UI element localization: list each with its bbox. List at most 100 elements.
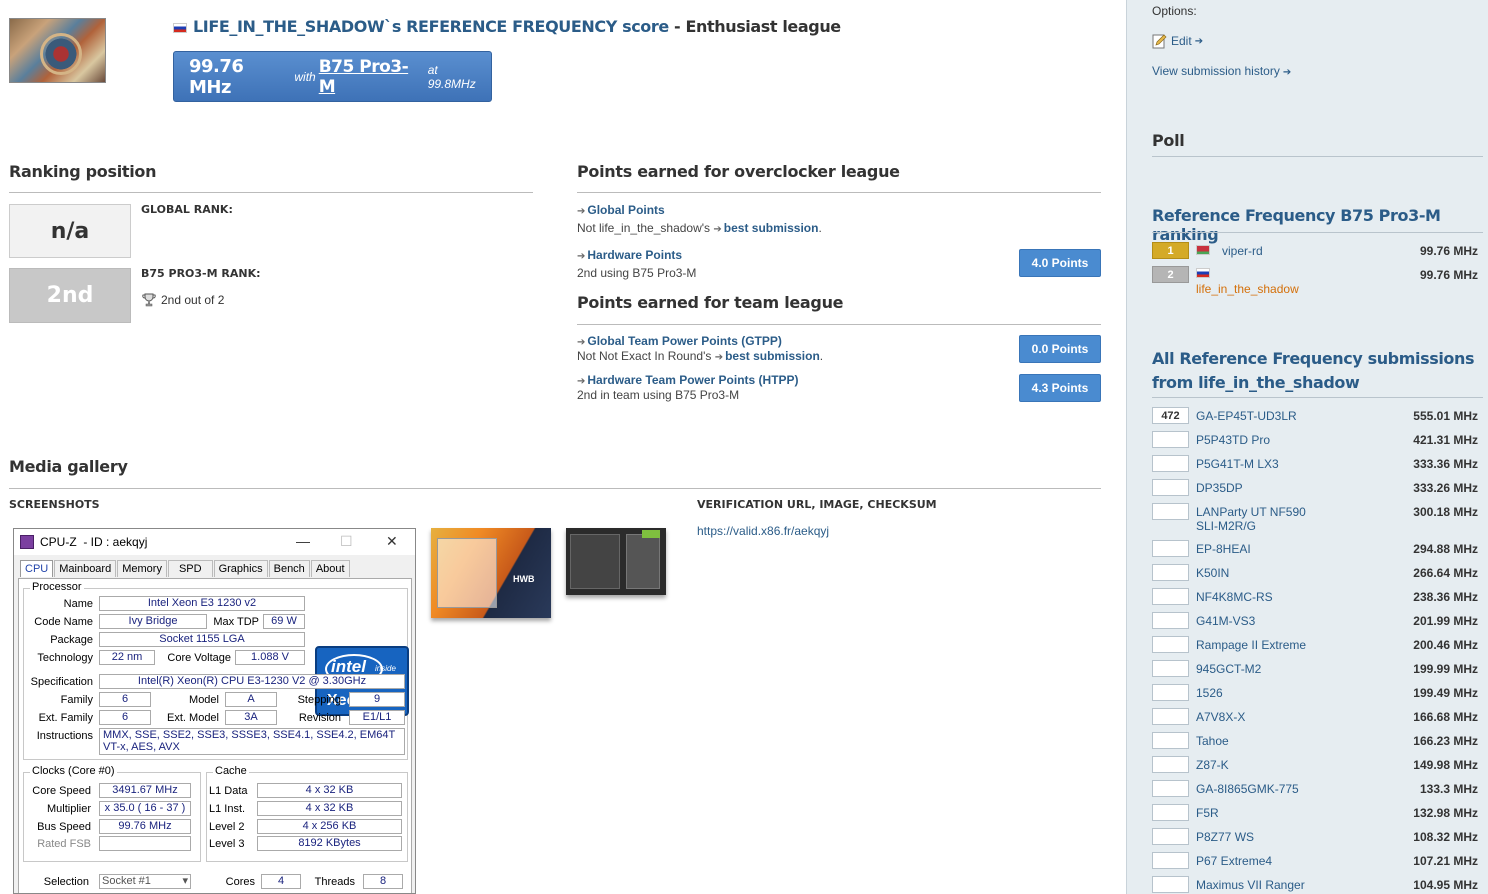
russia-flag-icon: [173, 22, 187, 33]
arrow-right-icon: ➔: [1194, 35, 1204, 47]
multiplier-value: x 35.0 ( 16 - 37 ): [99, 801, 191, 816]
board-ranking-heading: Reference Frequency B75 Pro3-M ranking: [1152, 206, 1441, 244]
submission-board-link[interactable]: P5P43TD Pro: [1196, 433, 1326, 447]
htpp-points-button[interactable]: 4.3 Points: [1019, 374, 1101, 402]
submission-board-link[interactable]: Maximus VII Ranger: [1196, 878, 1326, 892]
cpuz-screenshot[interactable]: CPU-Z - ID : aekqyj — ☐ ✕ CPU Mainboard …: [13, 528, 416, 894]
minimize-icon[interactable]: —: [296, 533, 310, 549]
ranking-user-link[interactable]: viper-rd: [1222, 244, 1263, 258]
tab-memory[interactable]: Memory: [117, 560, 167, 577]
close-icon[interactable]: ✕: [386, 533, 398, 550]
cache-legend: Cache: [213, 765, 249, 777]
tab-spd[interactable]: SPD: [167, 560, 213, 577]
submission-board-link[interactable]: EP-8HEAI: [1196, 542, 1326, 556]
submission-board-link[interactable]: G41M-VS3: [1196, 614, 1326, 628]
submission-board-link[interactable]: GA-EP45T-UD3LR: [1196, 409, 1326, 423]
submission-board-link[interactable]: A7V8X-X: [1196, 710, 1326, 724]
level3-label: Level 3: [209, 838, 245, 850]
submission-board-link[interactable]: 945GCT-M2: [1196, 662, 1326, 676]
submission-rank: [1152, 503, 1189, 520]
submission-board-link[interactable]: P5G41T-M LX3: [1196, 457, 1326, 471]
global-points-title[interactable]: Global Points: [587, 203, 664, 217]
edit-label: Edit: [1171, 34, 1192, 48]
tab-mainboard[interactable]: Mainboard: [54, 560, 117, 577]
tab-cpu[interactable]: CPU: [20, 560, 54, 577]
arrow-right-icon: ➔: [714, 352, 724, 363]
maxtdp-label: Max TDP: [213, 616, 259, 628]
corespeed-value: 3491.67 MHz: [99, 783, 191, 798]
submission-value: 166.23 MHz: [1413, 734, 1478, 748]
submission-value: 133.3 MHz: [1419, 782, 1478, 796]
score-board-link[interactable]: B75 Pro3-M: [319, 57, 423, 97]
submission-value: 104.95 MHz: [1413, 878, 1478, 892]
user-avatar[interactable]: [9, 18, 106, 83]
ranking-value: 99.76 MHz: [1419, 268, 1478, 282]
global-rank-box: n/a: [9, 204, 131, 258]
cores-label: Cores: [225, 876, 255, 888]
submission-board-link[interactable]: GA-8I865GMK-775: [1196, 782, 1326, 796]
edit-link[interactable]: Edit ➔: [1152, 33, 1203, 49]
model-label: Model: [189, 694, 219, 706]
gtpp-points-button[interactable]: 0.0 Points: [1019, 335, 1101, 363]
gtpp-title[interactable]: Global Team Power Points (GTPP): [587, 334, 781, 348]
submission-board-link[interactable]: NF4K8MC-RS: [1196, 590, 1326, 604]
media-divider: [9, 488, 1101, 489]
russia-flag-icon: [1196, 268, 1210, 278]
selection-label: Selection: [43, 876, 89, 888]
trophy-icon: [142, 293, 156, 307]
hardware-points-sub: 2nd using B75 Pro3-M: [577, 266, 697, 280]
team-best-submission-link[interactable]: best submission: [725, 349, 820, 363]
family-label: Family: [60, 694, 93, 706]
hardware-points-block: ➔ Hardware Points 2nd using B75 Pro3-M: [577, 248, 696, 280]
submission-value: 333.26 MHz: [1413, 481, 1478, 495]
submission-board-link[interactable]: P8Z77 WS: [1196, 830, 1326, 844]
score-badge[interactable]: 99.76 MHz with B75 Pro3-M at 99.8MHz: [173, 51, 492, 102]
submission-board-link[interactable]: 1526: [1196, 686, 1326, 700]
overclocker-divider: [577, 192, 1101, 193]
submission-rank: [1152, 756, 1189, 773]
submission-rank: [1152, 455, 1189, 472]
title-mid: `s REFERENCE FREQUENCY score: [384, 17, 669, 36]
best-submission-link[interactable]: best submission: [724, 221, 819, 235]
submission-board-link[interactable]: Tahoe: [1196, 734, 1326, 748]
tab-graphics[interactable]: Graphics: [213, 560, 268, 577]
submission-rank: [1152, 708, 1189, 725]
package-value: Socket 1155 LGA: [99, 632, 305, 647]
tab-bench[interactable]: Bench: [268, 560, 310, 577]
htpp-title[interactable]: Hardware Team Power Points (HTPP): [587, 373, 798, 387]
screenshot-thumbnail-2[interactable]: [566, 528, 666, 595]
selection-dropdown[interactable]: Socket #1 ▾: [99, 874, 191, 889]
hardware-points-title[interactable]: Hardware Points: [587, 248, 682, 262]
submission-board-link[interactable]: F5R: [1196, 806, 1326, 820]
family-value: 6: [99, 692, 151, 707]
spec-value: Intel(R) Xeon(R) CPU E3-1230 V2 @ 3.30GH…: [99, 674, 405, 689]
corespeed-label: Core Speed: [32, 785, 91, 797]
history-link[interactable]: View submission history ➔: [1152, 64, 1291, 78]
corevoltage-value: 1.088 V: [235, 650, 305, 665]
maximize-icon[interactable]: ☐: [340, 533, 353, 550]
arrow-right-icon: ➔: [577, 376, 586, 387]
submission-value: 108.32 MHz: [1413, 830, 1478, 844]
submission-board-link[interactable]: K50IN: [1196, 566, 1326, 580]
arrow-right-icon: ➔: [577, 337, 586, 348]
ranking-user-link-current[interactable]: life_in_the_shadow: [1196, 282, 1299, 296]
submission-board-link[interactable]: LANParty UT NF590 SLI-M2R/G: [1196, 505, 1326, 533]
history-label: View submission history: [1152, 64, 1280, 78]
screenshots-label: SCREENSHOTS: [9, 498, 100, 511]
submission-board-link[interactable]: DP35DP: [1196, 481, 1326, 495]
screenshot-thumbnail-1[interactable]: HWB: [431, 528, 551, 618]
cpuz-cpu-panel: Processor Name Intel Xeon E3 1230 v2 Cod…: [18, 578, 412, 893]
submission-rank: [1152, 876, 1189, 893]
submission-board-link[interactable]: P67 Extreme4: [1196, 854, 1326, 868]
verification-url-link[interactable]: https://valid.x86.fr/aekqyj: [697, 524, 829, 538]
hardware-points-button[interactable]: 4.0 Points: [1019, 249, 1101, 277]
ratedfsb-label: Rated FSB: [37, 838, 91, 850]
submission-board-link[interactable]: Z87-K: [1196, 758, 1326, 772]
submission-board-link[interactable]: Rampage II Extreme: [1196, 638, 1326, 652]
hw-rank-label: B75 PRO3-M RANK:: [141, 267, 261, 280]
submission-value: 199.99 MHz: [1413, 662, 1478, 676]
tab-about[interactable]: About: [310, 560, 350, 577]
l1inst-label: L1 Inst.: [209, 803, 246, 815]
busspeed-label: Bus Speed: [37, 821, 91, 833]
username-link[interactable]: LIFE_IN_THE_SHADOW: [193, 17, 385, 36]
